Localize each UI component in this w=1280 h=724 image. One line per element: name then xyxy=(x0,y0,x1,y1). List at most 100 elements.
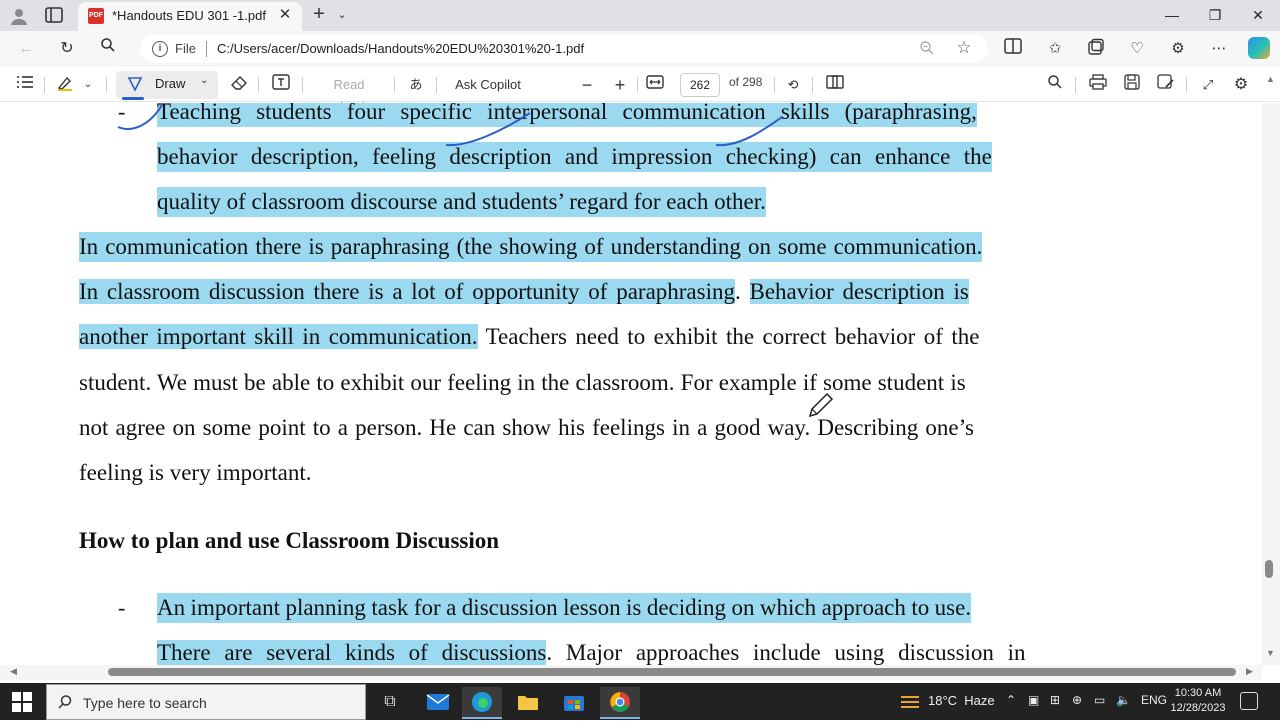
divider xyxy=(436,77,437,93)
taskbar-search-input[interactable]: Type here to search xyxy=(46,684,366,720)
zoom-out-button[interactable]: − xyxy=(576,74,598,96)
clock[interactable]: 10:30 AM 12/28/2023 xyxy=(1166,686,1230,716)
pdf-toolbar: ⌄ Draw ⌄ Read aloud あ Ask Copilot − + 26… xyxy=(0,67,1280,114)
new-tab-button[interactable]: + xyxy=(309,4,329,25)
notifications-icon[interactable] xyxy=(1240,692,1258,710)
tab-active[interactable]: PDF *Handouts EDU 301 -1.pdf ✕ xyxy=(78,2,302,31)
search-icon xyxy=(57,694,73,715)
language-indicator[interactable]: ENG xyxy=(1141,693,1167,707)
para-line6: feeling is very important. xyxy=(79,460,312,485)
pen-cursor-icon xyxy=(806,390,836,425)
bullet2-line1: An important planning task for a discuss… xyxy=(157,593,972,623)
page-view-icon[interactable] xyxy=(824,74,846,96)
divider xyxy=(1186,77,1187,93)
info-icon[interactable]: i xyxy=(152,41,168,57)
draw-menu-chevron-icon[interactable]: ⌄ xyxy=(200,75,208,86)
tab-actions-icon[interactable] xyxy=(44,6,66,26)
draw-active-indicator xyxy=(122,97,144,100)
divider xyxy=(812,77,813,93)
para-line5: not agree on some point to a person. He … xyxy=(79,415,974,440)
vertical-scroll-thumb[interactable] xyxy=(1265,560,1273,578)
profile-icon[interactable] xyxy=(8,5,30,27)
print-icon[interactable] xyxy=(1087,74,1109,96)
bullet2-line2: There are several kinds of discussions. … xyxy=(157,640,1026,665)
back-button[interactable]: ← xyxy=(14,37,38,61)
weather-text[interactable]: 18°C Haze xyxy=(928,693,995,708)
weather-icon[interactable] xyxy=(890,687,930,719)
para-line2: In classroom discussion there is a lot o… xyxy=(79,279,969,304)
windows-taskbar: Type here to search ⧉ 18°C Haze ⌃ ▣ ⊞ ⊕ … xyxy=(0,683,1280,720)
volume-icon[interactable]: 🔈 xyxy=(1116,693,1131,707)
read-aloud-button[interactable]: Read aloud xyxy=(316,74,382,114)
extensions-icon[interactable]: ⚙ xyxy=(1167,38,1189,60)
eraser-icon[interactable] xyxy=(228,74,250,96)
clock-time: 10:30 AM xyxy=(1174,687,1222,699)
url-text[interactable]: C:/Users/acer/Downloads/Handouts%20EDU%2… xyxy=(217,41,584,56)
favorite-star-icon[interactable]: ☆ xyxy=(954,38,974,58)
highlight-icon[interactable] xyxy=(54,74,76,96)
copilot-icon[interactable] xyxy=(1248,37,1270,59)
add-text-icon[interactable] xyxy=(270,74,292,96)
windows-start-icon[interactable] xyxy=(12,692,32,712)
scroll-down-arrow-icon[interactable]: ▼ xyxy=(1266,648,1275,658)
draw-label: Draw xyxy=(155,76,186,91)
minimize-button[interactable]: — xyxy=(1160,4,1184,26)
close-tab-icon[interactable]: ✕ xyxy=(276,6,294,24)
divider xyxy=(774,77,775,93)
restore-button[interactable]: ❐ xyxy=(1203,4,1227,26)
horizontal-scroll-thumb[interactable] xyxy=(108,668,1236,676)
bullet-dash: - xyxy=(118,595,126,620)
file-explorer-icon[interactable] xyxy=(508,687,548,719)
divider xyxy=(1075,77,1076,93)
bullet1-line2: behavior description, feeling descriptio… xyxy=(157,142,992,172)
more-options-icon[interactable]: ⋯ xyxy=(1208,38,1230,60)
browser-essentials-icon[interactable]: ♡ xyxy=(1126,38,1148,60)
clock-date: 12/28/2023 xyxy=(1170,702,1226,714)
scheme-label: File xyxy=(175,41,196,56)
edge-browser-icon[interactable] xyxy=(462,687,502,719)
scroll-left-arrow-icon[interactable]: ◀ xyxy=(10,666,17,677)
favorites-icon[interactable]: ✩ xyxy=(1044,38,1066,60)
zoom-icon[interactable] xyxy=(918,40,936,58)
store-icon[interactable] xyxy=(554,687,594,719)
section-heading: How to plan and use Classroom Discussion xyxy=(79,528,500,553)
tray-app-icon[interactable]: ▣ xyxy=(1028,693,1039,707)
chrome-icon[interactable] xyxy=(600,687,640,719)
bullet-dash: - xyxy=(118,103,126,124)
pdf-page[interactable]: - Teaching students four specific interp… xyxy=(0,103,1262,665)
zoom-in-button[interactable]: + xyxy=(609,74,631,96)
refresh-button[interactable]: ↻ xyxy=(55,37,79,61)
save-icon[interactable] xyxy=(1121,74,1143,96)
page-number-input[interactable]: 262 xyxy=(680,73,720,97)
page-total: of 298 xyxy=(729,75,763,89)
mail-icon[interactable] xyxy=(418,687,458,719)
translate-icon[interactable]: あ xyxy=(405,74,427,96)
search-icon[interactable] xyxy=(96,37,120,61)
find-icon[interactable] xyxy=(1044,74,1066,96)
close-window-button[interactable]: ✕ xyxy=(1246,4,1270,26)
scroll-up-arrow-icon[interactable]: ▲ xyxy=(1266,74,1275,84)
para-line3: another important skill in communication… xyxy=(79,324,980,349)
address-bar[interactable]: i File C:/Users/acer/Downloads/Handouts%… xyxy=(140,35,988,63)
tab-strip: PDF *Handouts EDU 301 -1.pdf ✕ + ⌄ — ❐ ✕ xyxy=(0,0,1280,31)
draw-button[interactable]: Draw ⌄ xyxy=(116,71,218,99)
task-view-icon[interactable]: ⧉ xyxy=(370,687,410,719)
network-icon[interactable]: ⊕ xyxy=(1072,693,1082,707)
fit-to-width-icon[interactable] xyxy=(644,74,666,96)
battery-icon[interactable]: ▭ xyxy=(1094,693,1105,707)
rotate-icon[interactable]: ⟲ xyxy=(782,74,804,96)
tray-app2-icon[interactable]: ⊞ xyxy=(1050,693,1060,707)
settings-gear-icon[interactable]: ⚙ xyxy=(1230,74,1252,96)
show-hidden-icons-icon[interactable]: ⌃ xyxy=(1006,693,1016,707)
highlight-menu-chevron-icon[interactable]: ⌄ xyxy=(80,74,96,96)
ask-copilot-button[interactable]: Ask Copilot xyxy=(452,74,524,96)
vertical-scrollbar[interactable] xyxy=(1262,103,1280,665)
split-screen-icon[interactable] xyxy=(1002,38,1024,60)
tab-list-chevron-icon[interactable]: ⌄ xyxy=(334,6,350,24)
search-placeholder: Type here to search xyxy=(83,695,207,711)
collections-icon[interactable] xyxy=(1085,38,1107,60)
contents-icon[interactable] xyxy=(14,74,36,96)
fullscreen-icon[interactable]: ⤢ xyxy=(1197,74,1219,96)
scroll-right-arrow-icon[interactable]: ▶ xyxy=(1246,666,1253,677)
save-as-icon[interactable] xyxy=(1155,74,1177,96)
